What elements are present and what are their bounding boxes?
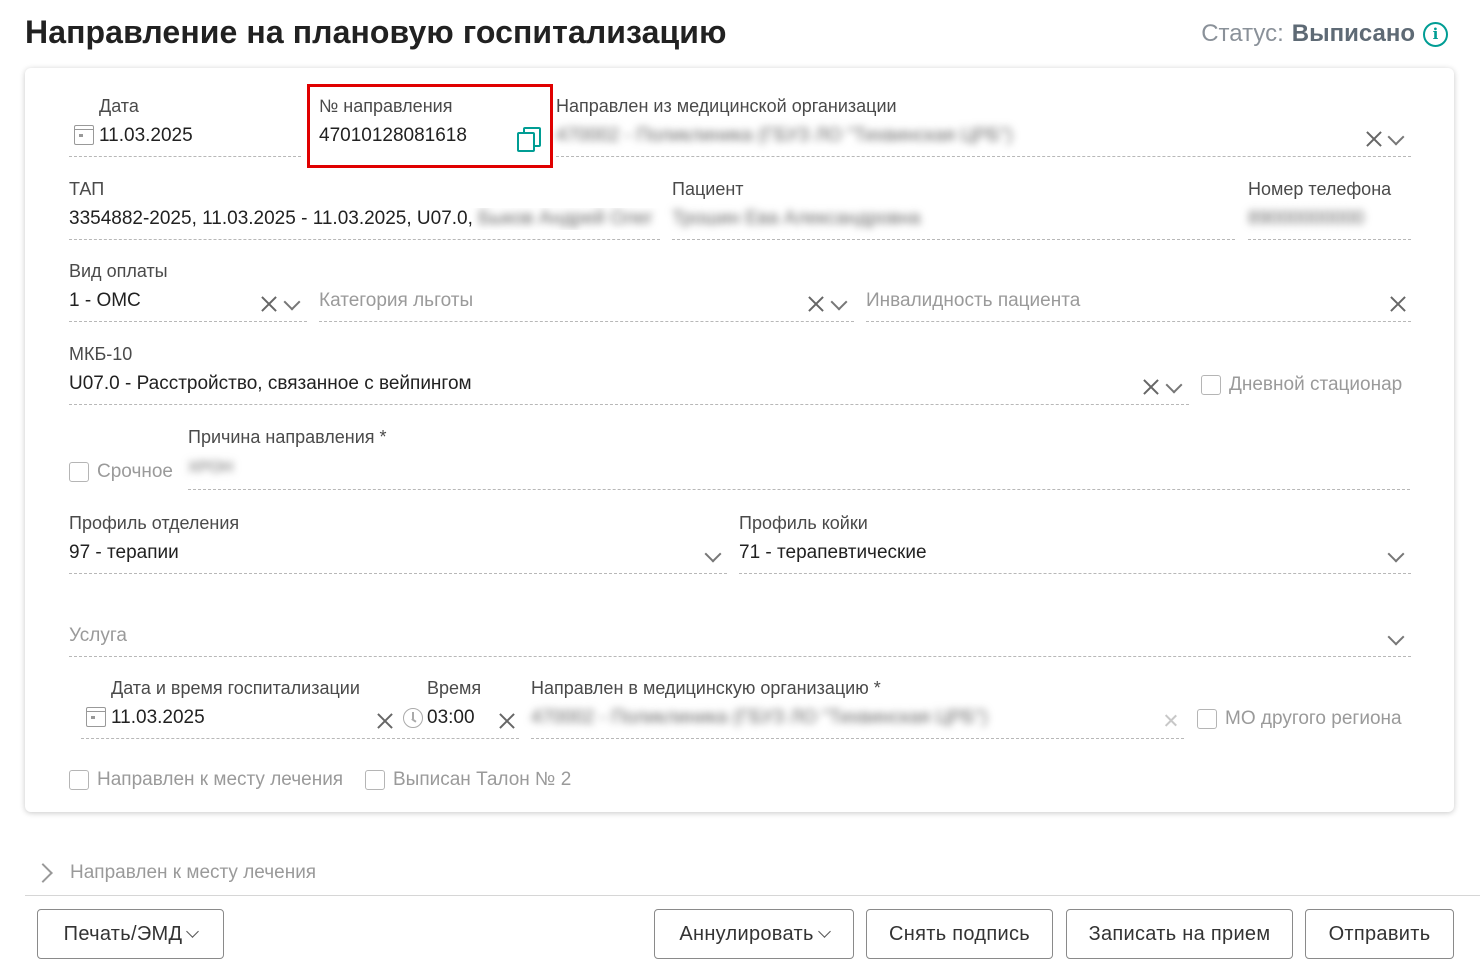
clock-icon[interactable] [403,708,423,728]
phone-label: Номер телефона [1248,179,1392,199]
tap-label: ТАП [69,179,105,199]
date-label: Дата [99,96,139,116]
payment-label: Вид оплаты [69,261,168,281]
day-hospital-label: Дневной стационар [1229,374,1403,395]
mkb-label: МКБ-10 [69,344,133,364]
clear-icon[interactable] [1388,294,1408,314]
status-label: Статус: [1201,20,1284,47]
hosp-date-field[interactable]: Дата и время госпитализации 11.03.2025 [81,678,400,740]
reason-field[interactable]: Причина направления * ХРОН [188,427,1410,491]
urgent-checkbox[interactable]: Срочное [69,461,173,483]
chevron-down-icon [817,924,831,938]
bed-profile-label: Профиль койки [739,513,868,533]
service-placeholder[interactable]: Услуга [69,625,1411,647]
checkbox-box[interactable] [365,770,385,790]
annul-button[interactable]: Аннулировать [654,909,854,959]
page-title: Направление на плановую госпитализацию [25,14,727,50]
chevron-down-icon[interactable] [1164,377,1184,397]
reason-label: Причина направления * [188,427,387,447]
clear-icon[interactable] [259,294,279,314]
clear-icon[interactable] [375,711,395,731]
day-hospital-checkbox[interactable]: Дневной стационар [1201,374,1402,396]
clear-icon[interactable] [497,711,517,731]
calendar-icon[interactable] [86,707,106,727]
chevron-down-icon[interactable] [1386,546,1406,566]
talon2-label: Выписан Талон № 2 [393,769,572,790]
remove-sign-button[interactable]: Снять подпись [866,909,1053,959]
from-org-value[interactable]: 470002 - Поликлиника (ГБУЗ ЛО "Тихвинска… [556,125,1331,147]
chevron-down-icon[interactable] [703,546,723,566]
print-emd-button[interactable]: Печать/ЭМД [37,909,224,959]
benefit-field[interactable]: Категория льготы [319,261,854,323]
chevron-down-icon[interactable] [282,294,302,314]
other-region-checkbox[interactable]: МО другого региона [1197,708,1402,730]
to-treatment-checkbox[interactable]: Направлен к месту лечения [69,769,343,791]
clear-icon[interactable] [1364,129,1384,149]
bed-profile-field[interactable]: Профиль койки 71 - терапевтические [739,513,1411,575]
mkb-value[interactable]: U07.0 - Расстройство, связанное с вейпин… [69,373,1189,395]
checkbox-box[interactable] [1197,709,1217,729]
bed-profile-value[interactable]: 71 - терапевтические [739,542,1411,564]
to-org-field[interactable]: Направлен в медицинскую организацию * 47… [531,678,1184,740]
talon2-checkbox[interactable]: Выписан Талон № 2 [365,769,571,791]
clear-icon[interactable] [806,294,826,314]
tap-value-text: 3354882-2025, 11.03.2025 - 11.03.2025, U… [69,208,473,229]
chevron-down-icon[interactable] [1386,129,1406,149]
phone-field[interactable]: Номер телефона 89000000000 [1248,179,1411,241]
chevron-right-icon[interactable] [33,863,53,883]
tap-value-hidden: Быков Андрей Олег [478,208,654,229]
disability-placeholder[interactable]: Инвалидность пациента [866,290,1411,312]
disability-field[interactable]: Инвалидность пациента [866,261,1411,323]
date-value[interactable]: 11.03.2025 [99,125,301,147]
footer-divider [25,895,1480,896]
service-field[interactable]: Услуга [69,596,1411,658]
send-button[interactable]: Отправить [1305,909,1454,959]
annul-label: Аннулировать [679,922,814,945]
reason-value[interactable]: ХРОН [188,459,1410,477]
to-treatment-label: Направлен к месту лечения [97,769,344,790]
patient-label: Пациент [672,179,744,199]
urgent-label: Срочное [97,461,173,482]
highlight-box [307,84,553,168]
checkbox-box[interactable] [1201,375,1221,395]
patient-value: Трошин Ева Александровна [672,208,921,229]
status: Статус: Выписано i [1201,20,1448,48]
hosp-date-value[interactable]: 11.03.2025 [111,707,360,729]
from-org-field[interactable]: Направлен из медицинской организации 470… [556,96,1411,158]
to-org-label: Направлен в медицинскую организацию * [531,678,881,698]
chevron-down-icon[interactable] [829,294,849,314]
appointment-button[interactable]: Записать на прием [1066,909,1293,959]
calendar-icon[interactable] [74,125,94,145]
benefit-placeholder[interactable]: Категория льготы [319,290,854,312]
from-org-label: Направлен из медицинской организации [556,96,897,116]
hosp-time-value[interactable]: 03:00 [427,707,489,729]
phone-value[interactable]: 89000000000 [1248,208,1411,230]
checkbox-box[interactable] [69,770,89,790]
dept-profile-field[interactable]: Профиль отделения 97 - терапии [69,513,727,575]
to-org-value[interactable]: 470002 - Поликлиника (ГБУЗ ЛО "Тихвинска… [531,707,1124,729]
tap-field[interactable]: ТАП 3354882-2025, 11.03.2025 - 11.03.202… [69,179,660,241]
print-emd-label: Печать/ЭМД [63,922,183,945]
hosp-date-label: Дата и время госпитализации [111,678,360,698]
mkb-field[interactable]: МКБ-10 U07.0 - Расстройство, связанное с… [69,344,1189,406]
chevron-down-icon [186,924,200,938]
date-field[interactable]: Дата 11.03.2025 [69,96,301,158]
clear-icon[interactable] [1141,377,1161,397]
payment-field[interactable]: Вид оплаты 1 - ОМС [69,261,307,323]
other-region-label: МО другого региона [1225,708,1402,729]
dept-profile-value[interactable]: 97 - терапии [69,542,727,564]
hosp-time-field[interactable]: Время 03:00 [402,678,519,740]
dept-profile-label: Профиль отделения [69,513,240,533]
patient-field: Пациент Трошин Ева Александровна [672,179,1235,241]
checkbox-box[interactable] [69,462,89,482]
to-treatment-section-toggle[interactable]: Направлен к месту лечения [33,862,317,884]
info-icon[interactable]: i [1423,21,1448,47]
hosp-time-label: Время [427,678,482,698]
tap-value[interactable]: 3354882-2025, 11.03.2025 - 11.03.2025, U… [69,208,660,230]
status-value: Выписано [1291,20,1415,47]
clear-icon[interactable] [1161,711,1181,731]
chevron-down-icon[interactable] [1386,629,1406,649]
section-label: Направлен к месту лечения [70,862,317,883]
